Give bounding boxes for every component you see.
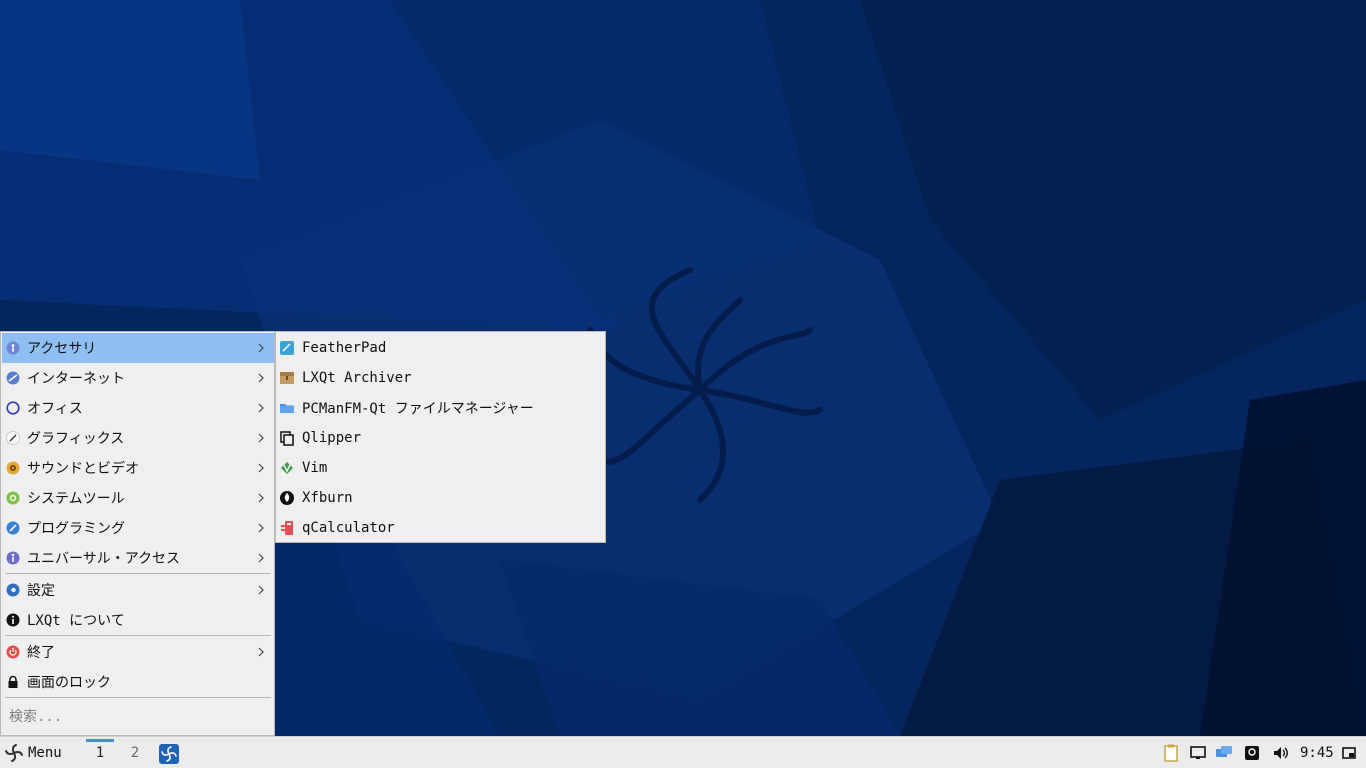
settings-icon: [6, 583, 20, 597]
submenu-item-label: Qlipper: [302, 430, 362, 446]
menu-item-sound-video[interactable]: サウンドとビデオ: [2, 453, 274, 483]
submenu-item-label: LXQt Archiver: [302, 370, 412, 386]
main-menu: アクセサリ インターネット オフィス グラフィックス サウンドとビデオ システム: [0, 331, 275, 736]
submenu-item-qlipper[interactable]: Qlipper: [277, 423, 604, 453]
menu-separator: [5, 573, 271, 574]
menu-item-label: LXQt について: [27, 613, 125, 629]
show-desktop-icon[interactable]: [1340, 744, 1358, 762]
calculator-icon: [279, 520, 295, 536]
desktop-number: 1: [95, 745, 105, 761]
menu-button-label: Menu: [28, 745, 62, 761]
submenu-item-label: Vim: [302, 460, 328, 476]
power-icon: [6, 645, 20, 659]
notification-tray-icon[interactable]: [1215, 744, 1233, 762]
menu-item-label: 設定: [27, 583, 55, 599]
chevron-right-icon: [254, 341, 268, 355]
taskbar: Menu 1 2 9:45: [0, 736, 1366, 768]
menu-item-label: オフィス: [27, 401, 83, 417]
office-icon: [6, 401, 20, 415]
menu-item-label: サウンドとビデオ: [27, 461, 139, 477]
clock[interactable]: 9:45: [1300, 745, 1334, 761]
monitor-tray-icon[interactable]: [1189, 744, 1207, 762]
chevron-right-icon: [254, 521, 268, 535]
screenshot-tray-icon[interactable]: [1243, 744, 1261, 762]
submenu-item-label: qCalculator: [302, 520, 395, 536]
menu-item-label: 終了: [27, 645, 55, 661]
desktop-switch-2[interactable]: 2: [121, 739, 149, 767]
desktop-number: 2: [130, 745, 140, 761]
vim-icon: [279, 460, 295, 476]
menu-item-universal-access[interactable]: ユニバーサル・アクセス: [2, 543, 274, 573]
menu-item-label: 画面のロック: [27, 675, 111, 691]
menu-button[interactable]: Menu: [4, 741, 62, 765]
chevron-right-icon: [254, 461, 268, 475]
menu-item-lock-screen[interactable]: 画面のロック: [2, 667, 274, 697]
chevron-right-icon: [254, 491, 268, 505]
menu-item-label: アクセサリ: [27, 341, 97, 357]
chevron-right-icon: [254, 371, 268, 385]
submenu-item-featherpad[interactable]: FeatherPad: [277, 333, 604, 363]
submenu-item-lxqt-archiver[interactable]: LXQt Archiver: [277, 363, 604, 393]
quicklaunch-lxqt-icon[interactable]: [159, 744, 179, 764]
chevron-right-icon: [254, 401, 268, 415]
menu-item-label: ユニバーサル・アクセス: [27, 551, 181, 567]
xfburn-icon: [279, 490, 295, 506]
universal-access-icon: [6, 551, 20, 565]
submenu-item-label: PCManFM-Qt ファイルマネージャー: [302, 401, 534, 417]
menu-item-accessories[interactable]: アクセサリ: [2, 333, 274, 363]
chevron-right-icon: [254, 645, 268, 659]
submenu-item-label: Xfburn: [302, 490, 353, 506]
menu-item-office[interactable]: オフィス: [2, 393, 274, 423]
folder-icon: [279, 400, 295, 416]
menu-item-shutdown[interactable]: 終了: [2, 637, 274, 667]
sound-video-icon: [6, 461, 20, 475]
search-input[interactable]: [3, 702, 271, 732]
featherpad-icon: [279, 340, 295, 356]
desktop-switch-1[interactable]: 1: [86, 739, 114, 767]
submenu-item-qcalculator[interactable]: qCalculator: [277, 513, 604, 543]
system-tools-icon: [6, 491, 20, 505]
accessories-submenu: FeatherPad LXQt Archiver PCManFM-Qt ファイル…: [275, 331, 606, 543]
menu-item-settings[interactable]: 設定: [2, 575, 274, 605]
internet-icon: [6, 371, 20, 385]
menu-item-label: インターネット: [27, 371, 125, 387]
programming-icon: [6, 521, 20, 535]
clipboard-tray-icon[interactable]: [1162, 744, 1180, 762]
menu-item-label: システムツール: [27, 491, 125, 507]
menu-separator: [5, 697, 271, 698]
menu-item-programming[interactable]: プログラミング: [2, 513, 274, 543]
graphics-icon: [6, 431, 20, 445]
chevron-right-icon: [254, 551, 268, 565]
archiver-icon: [279, 370, 295, 386]
menu-item-label: グラフィックス: [27, 431, 125, 447]
submenu-item-xfburn[interactable]: Xfburn: [277, 483, 604, 513]
lock-icon: [6, 675, 20, 689]
submenu-item-pcmanfm-qt[interactable]: PCManFM-Qt ファイルマネージャー: [277, 393, 604, 423]
menu-item-internet[interactable]: インターネット: [2, 363, 274, 393]
menu-item-graphics[interactable]: グラフィックス: [2, 423, 274, 453]
volume-icon[interactable]: [1271, 744, 1289, 762]
chevron-right-icon: [254, 583, 268, 597]
menu-separator: [5, 635, 271, 636]
lxqt-logo-icon: [4, 743, 24, 763]
menu-item-about-lxqt[interactable]: LXQt について: [2, 605, 274, 635]
info-icon: [6, 613, 20, 627]
chevron-right-icon: [254, 431, 268, 445]
submenu-item-vim[interactable]: Vim: [277, 453, 604, 483]
submenu-item-label: FeatherPad: [302, 340, 387, 356]
clipboard-icon: [279, 430, 295, 446]
accessories-icon: [6, 341, 20, 355]
menu-item-label: プログラミング: [27, 521, 125, 537]
menu-item-system-tools[interactable]: システムツール: [2, 483, 274, 513]
